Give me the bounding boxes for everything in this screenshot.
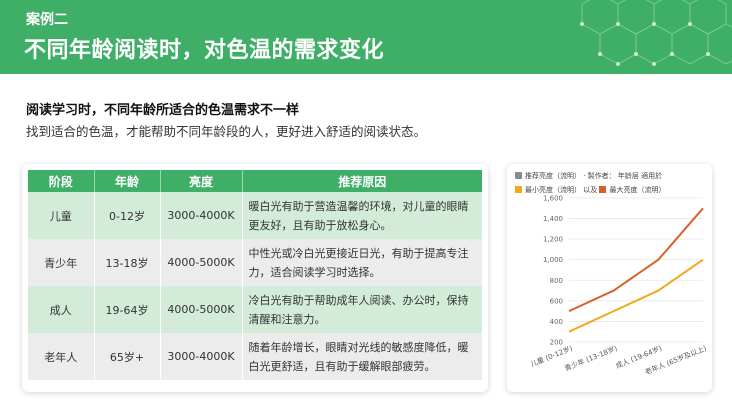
cell-brightness: 4000-5000K (160, 286, 243, 333)
y-tick-label: 600 (550, 297, 563, 305)
cell-reason: 暖白光有助于营造温馨的环境，对儿童的眼睛更友好，且有助于放松身心。 (242, 192, 483, 239)
legend-marker-icon (515, 172, 522, 179)
y-tick-label: 200 (550, 339, 563, 347)
hexagon-pattern-icon (580, 0, 732, 66)
cell-stage: 老年人 (28, 333, 95, 380)
y-tick-label: 1,400 (543, 215, 563, 223)
legend-min-label: 最小亮度（流明） (525, 186, 581, 194)
table-card: 阶段 年龄 亮度 推荐原因 儿童 0-12岁 3000-4000K 暖白光有助于… (22, 164, 488, 392)
header-banner: 案例二 不同年龄阅读时，对色温的需求变化 (0, 0, 732, 74)
legend-connector: 以及 (583, 186, 598, 194)
cell-age: 19-64岁 (94, 286, 161, 333)
cell-age: 65岁+ (94, 333, 161, 380)
legend-line-2: 最小亮度（流明） 以及 最大亮度（流明） (515, 183, 665, 197)
page-title: 不同年龄阅读时，对色温的需求变化 (24, 38, 385, 63)
legend-max-label: 最大亮度（流明） (609, 186, 666, 194)
cell-reason: 冷白光有助于帮助成年人阅读、办公时，保持清醒和注意力。 (242, 286, 483, 333)
header-stage: 阶段 (28, 170, 95, 192)
y-tick-label: 800 (550, 277, 563, 285)
chart-legend: 推荐亮度（流明） · 製作者： 年龄层 適用於 最小亮度（流明） 以及 最大亮度… (515, 169, 665, 197)
legend-text-1: 推荐亮度（流明） · 製作者： 年龄层 適用於 (525, 172, 663, 180)
cell-reason: 随着年龄增长，眼睛对光线的敏感度降低，暖白光更舒适，且有助于缓解眼部疲劳。 (242, 333, 483, 380)
section-subtitle: 阅读学习时，不同年龄所适合的色温需求不一样 (26, 103, 300, 118)
cell-brightness: 3000-4000K (160, 192, 243, 239)
table-row: 儿童 0-12岁 3000-4000K 暖白光有助于营造温馨的环境，对儿童的眼睛… (28, 192, 483, 239)
legend-swatch-max (599, 186, 607, 193)
table-row: 老年人 65岁+ 3000-4000K 随着年龄增长，眼睛对光线的敏感度降低，暖… (28, 333, 483, 380)
y-tick-label: 1,200 (543, 236, 563, 244)
header-reason: 推荐原因 (242, 170, 482, 192)
case-label: 案例二 (26, 12, 68, 28)
age-color-temperature-table: 阶段 年龄 亮度 推荐原因 儿童 0-12岁 3000-4000K 暖白光有助于… (28, 170, 483, 380)
cell-stage: 成人 (28, 286, 95, 333)
header-brightness: 亮度 (160, 170, 243, 192)
cell-age: 13-18岁 (94, 239, 161, 286)
section-description: 找到适合的色温，才能帮助不同年龄段的人，更好进入舒适的阅读状态。 (26, 124, 427, 139)
table-row: 青少年 13-18岁 4000-5000K 中性光或冷白光更接近日光，有助于提高… (28, 239, 483, 286)
cell-stage: 儿童 (28, 192, 95, 239)
y-tick-label: 400 (550, 318, 563, 326)
chart-card: 200 400 600 800 1,000 1,200 1,400 1,600 儿童 (0-12… (507, 164, 712, 392)
series-line (568, 258, 704, 333)
cell-stage: 青少年 (28, 239, 95, 286)
cell-brightness: 3000-4000K (160, 333, 243, 380)
legend-swatch-min (515, 186, 522, 193)
table-row: 成人 19-64岁 4000-5000K 冷白光有助于帮助成年人阅读、办公时，保… (28, 286, 483, 333)
cell-brightness: 4000-5000K (160, 239, 243, 286)
legend-line-1: 推荐亮度（流明） · 製作者： 年龄层 適用於 (515, 169, 665, 183)
brightness-line-chart: 2004006008001,0001,2001,4001,600儿童 (0-12… (529, 195, 708, 377)
y-tick-label: 1,000 (543, 256, 563, 264)
cell-age: 0-12岁 (94, 192, 161, 239)
header-age: 年龄 (94, 170, 161, 192)
cell-reason: 中性光或冷白光更接近日光，有助于提高专注力，适合阅读学习时选择。 (242, 239, 483, 286)
table-header-row: 阶段 年龄 亮度 推荐原因 (28, 170, 482, 192)
